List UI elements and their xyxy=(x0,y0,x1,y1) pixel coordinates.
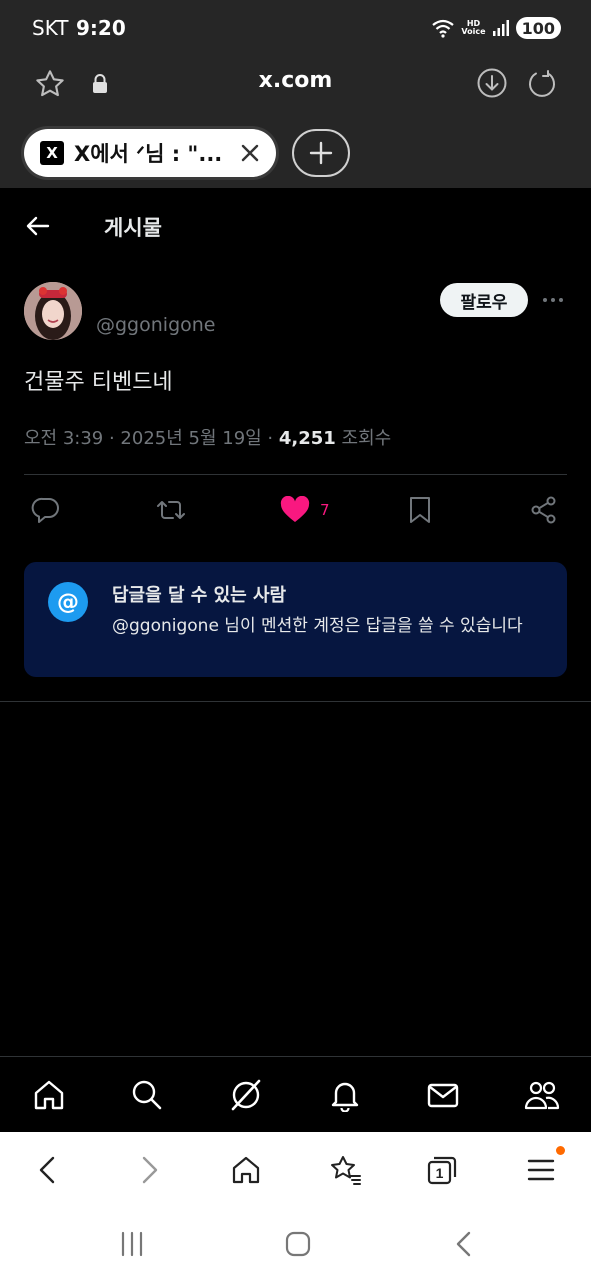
system-navigation-bar xyxy=(0,1208,591,1280)
browser-bottom-toolbar: 1 xyxy=(0,1132,591,1208)
browser-tab-strip: X X에서 ᐟ님 : "... xyxy=(0,112,591,188)
back-icon[interactable] xyxy=(30,1152,66,1188)
menu-notification-dot xyxy=(556,1146,565,1155)
heart-icon xyxy=(280,496,310,522)
bookmark-icon xyxy=(410,497,430,523)
divider xyxy=(0,701,591,702)
reply-button[interactable] xyxy=(31,490,61,530)
more-options-icon[interactable] xyxy=(541,290,565,310)
tab-title: X에서 ᐟ님 : "... xyxy=(74,142,223,166)
tabs-icon[interactable]: 1 xyxy=(424,1152,460,1188)
reply-notice-description: @ggonigone 님이 멘션한 계정은 답글을 쓸 수 있습니다 xyxy=(112,616,523,636)
plus-icon xyxy=(309,141,333,165)
browser-url-bar: x.com xyxy=(0,56,591,112)
view-count-label: 조회수 xyxy=(335,428,392,449)
browser-tab[interactable]: X X에서 ᐟ님 : "... xyxy=(24,129,276,177)
carrier-label: SKT xyxy=(32,16,69,40)
post-text: 건물주 티벤드네 xyxy=(24,370,173,395)
search-icon[interactable] xyxy=(129,1077,165,1113)
grok-icon[interactable] xyxy=(228,1077,264,1113)
back-arrow-icon[interactable] xyxy=(24,212,52,240)
download-icon[interactable] xyxy=(474,65,510,101)
status-bar: SKT 9:20 HD Voice 100 xyxy=(0,0,591,56)
communities-icon[interactable] xyxy=(524,1077,560,1113)
who-can-reply-notice: @ 답글을 달 수 있는 사람 @ggonigone 님이 멘션한 계정은 답글… xyxy=(24,562,567,677)
signal-icon xyxy=(492,20,509,36)
post-timestamp[interactable]: 오전 3:39 · 2025년 5월 19일 · xyxy=(24,428,279,449)
hd-voice-badge: HD Voice xyxy=(461,19,486,36)
author-handle[interactable]: @ggonigone xyxy=(96,314,215,336)
mention-icon: @ xyxy=(48,582,88,622)
bookmark-button[interactable] xyxy=(406,490,434,530)
like-button[interactable]: 7 xyxy=(280,490,330,530)
like-count: 7 xyxy=(320,501,330,519)
new-tab-button[interactable] xyxy=(292,129,350,177)
recent-apps-icon[interactable] xyxy=(114,1228,150,1260)
close-tab-icon[interactable] xyxy=(238,141,262,169)
clock: 9:20 xyxy=(76,16,126,40)
menu-icon[interactable] xyxy=(523,1152,559,1188)
home-icon[interactable] xyxy=(228,1152,264,1188)
follow-button[interactable]: 팔로우 xyxy=(440,283,528,317)
notifications-icon[interactable] xyxy=(327,1077,363,1113)
post-meta: 오전 3:39 · 2025년 5월 19일 · 4,251 조회수 xyxy=(24,424,391,450)
messages-icon[interactable] xyxy=(425,1077,461,1113)
post-header: 게시물 xyxy=(0,188,591,262)
home-button-icon[interactable] xyxy=(280,1228,316,1260)
reply-icon xyxy=(31,497,59,523)
repost-icon xyxy=(157,501,185,519)
x-bottom-nav xyxy=(0,1056,591,1132)
home-icon[interactable] xyxy=(31,1077,67,1113)
tab-count: 1 xyxy=(436,1165,444,1181)
repost-button[interactable] xyxy=(155,490,187,530)
page-title: 게시물 xyxy=(104,216,162,240)
share-button[interactable] xyxy=(529,490,559,530)
post-actions: 7 xyxy=(0,490,591,530)
view-count: 4,251 xyxy=(278,428,336,449)
battery-level: 100 xyxy=(515,17,561,39)
status-icons: HD Voice 100 xyxy=(431,16,561,40)
bookmarks-icon[interactable] xyxy=(327,1152,363,1188)
wifi-icon xyxy=(432,19,455,38)
system-back-icon[interactable] xyxy=(446,1228,482,1260)
avatar[interactable] xyxy=(24,282,82,340)
share-icon xyxy=(531,496,556,524)
reply-notice-title: 답글을 달 수 있는 사람 xyxy=(112,585,287,606)
divider xyxy=(24,474,567,475)
reload-icon[interactable] xyxy=(524,65,560,101)
x-logo-icon: X xyxy=(40,141,64,165)
forward-icon[interactable] xyxy=(131,1152,167,1188)
